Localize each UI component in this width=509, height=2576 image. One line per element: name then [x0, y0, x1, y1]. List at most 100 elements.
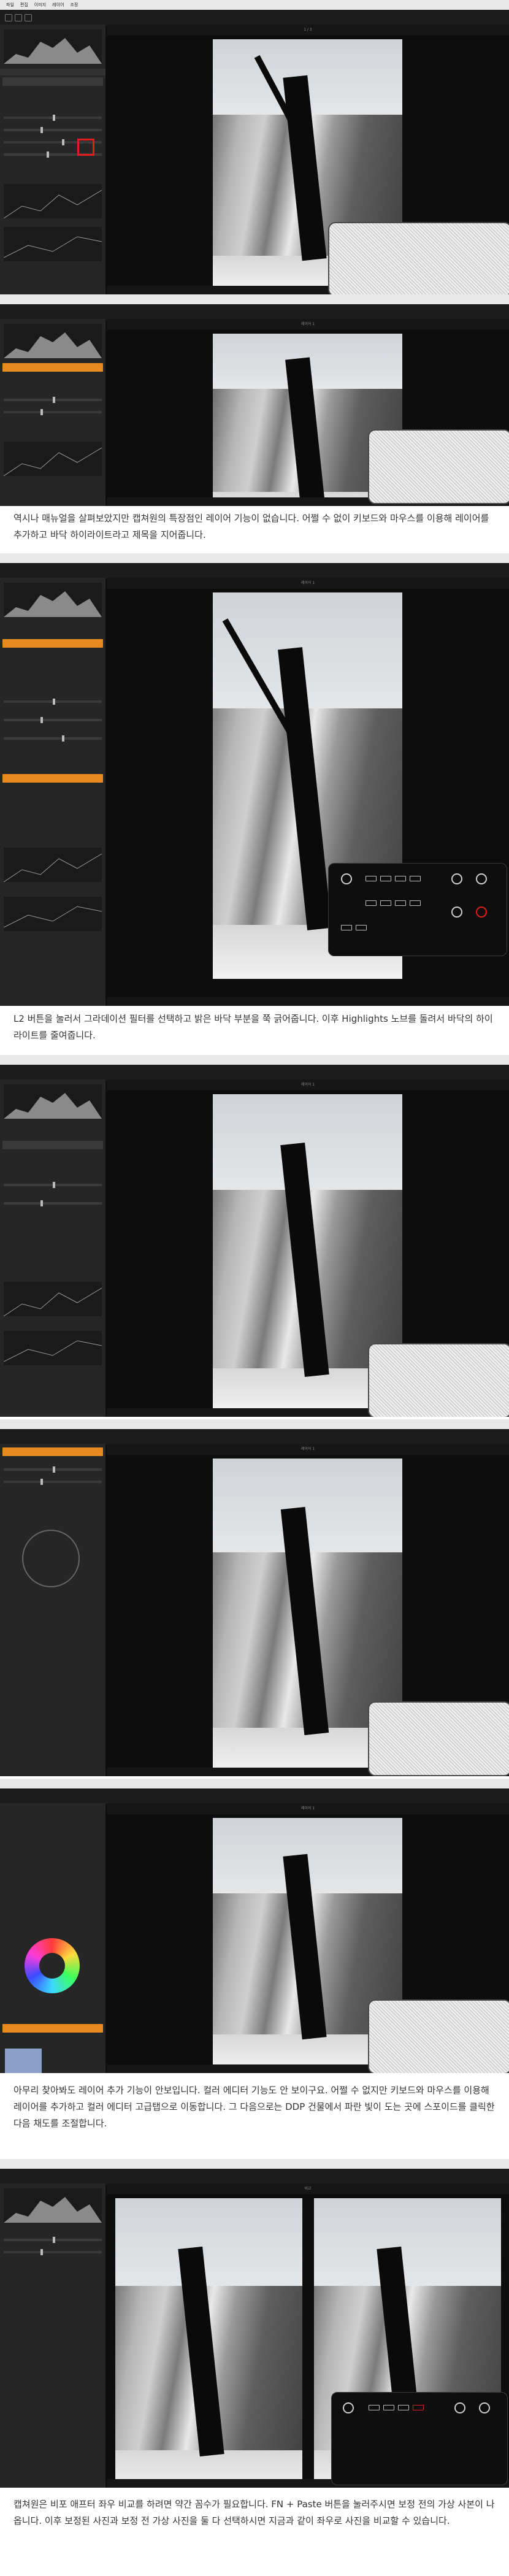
viewer-tab[interactable]: 레이어 1 [107, 1444, 509, 1455]
controller-diagram-dark [331, 2392, 508, 2485]
curve-panel [3, 184, 102, 219]
slider[interactable] [4, 2237, 102, 2243]
color-swatch [5, 2049, 42, 2073]
caption: 역시나 매뉴얼을 살펴보았지만 캡쳐원의 특장점인 레이어 기능이 없습니다. … [13, 513, 489, 540]
curve-graph [3, 1287, 102, 1317]
layer-row-active[interactable] [2, 774, 103, 783]
viewer-tab[interactable]: 레이어 1 [107, 1079, 509, 1091]
toolbar [0, 1788, 509, 1804]
key-icon [369, 2405, 380, 2410]
curve-panel [3, 848, 102, 883]
screenshot-6: 레이어 1 [0, 1779, 509, 2073]
knob-icon [454, 2402, 465, 2413]
tool-icon[interactable] [25, 14, 32, 21]
slider[interactable] [4, 397, 102, 403]
toolbar [0, 1065, 509, 1080]
key-icon [380, 876, 391, 881]
curve-panel [3, 897, 102, 931]
menu-bar [0, 1779, 509, 1788]
slider[interactable] [4, 699, 102, 705]
viewer-tab[interactable]: 레이어 1 [107, 319, 509, 330]
screenshot-7: 비교 [0, 2159, 509, 2488]
sky [115, 2198, 302, 2287]
controller-diagram [368, 1343, 509, 1417]
knob-icon [476, 907, 487, 918]
photo-before [115, 2198, 302, 2488]
toolbar [0, 563, 509, 578]
histogram-curve [4, 1093, 102, 1119]
key-icon [383, 2405, 394, 2410]
slider[interactable] [4, 717, 102, 723]
slider[interactable] [4, 1479, 102, 1485]
color-wheel-center [39, 1953, 65, 1979]
viewer-tab[interactable]: 비교 [107, 2183, 509, 2195]
key-icon [380, 900, 391, 906]
viewer-tab[interactable]: 1 / 3 [107, 25, 509, 36]
tool-panel [0, 25, 106, 294]
slider[interactable] [4, 115, 102, 121]
slider[interactable] [4, 1200, 102, 1206]
histogram [4, 2188, 102, 2223]
layer-header [0, 69, 105, 75]
caption: 캡쳐원은 비포 애프터 좌우 비교를 하려면 약간 꼼수가 필요합니다. FN … [13, 2499, 495, 2526]
tool-panel [0, 319, 106, 506]
key-icon [395, 876, 406, 881]
add-layer-highlight [77, 139, 94, 156]
key-icon [365, 876, 377, 881]
key-icon [356, 925, 367, 930]
knob-icon [341, 873, 352, 884]
curve-graph [3, 447, 102, 477]
tool-icon[interactable] [15, 14, 22, 21]
slider[interactable] [4, 127, 102, 133]
menu-item[interactable]: 레이어 [52, 2, 64, 7]
curve-graph [3, 853, 102, 883]
layer-row-active[interactable] [2, 363, 103, 372]
caption: L2 버튼을 눌러서 그라데이션 필터를 선택하고 밝은 바닥 부분을 쭉 긁어… [13, 1013, 493, 1041]
histogram [4, 29, 102, 64]
curve-graph [3, 906, 102, 928]
viewer-tab[interactable]: 레이어 1 [107, 578, 509, 589]
menu-bar [0, 2159, 509, 2169]
menu-bar [0, 294, 509, 304]
layer-row-active[interactable] [2, 639, 103, 648]
slider[interactable] [4, 2249, 102, 2255]
histogram [4, 324, 102, 358]
screenshot-4: 레이어 1 [0, 1055, 509, 1417]
knob-icon [476, 873, 487, 884]
status-bar [107, 997, 509, 1006]
tool-panel [0, 578, 106, 1006]
controller-diagram [368, 1701, 509, 1776]
screenshot-5: 레이어 1 [0, 1419, 509, 1776]
curve-graph [3, 236, 102, 258]
histogram-curve [4, 38, 102, 64]
tool-icon[interactable] [5, 14, 12, 21]
knob-icon [451, 907, 462, 918]
key-icon [398, 2405, 409, 2410]
slider[interactable] [4, 409, 102, 415]
slider[interactable] [4, 1182, 102, 1188]
histogram-curve [4, 332, 102, 358]
curve-panel [3, 442, 102, 477]
tool-panel [0, 1803, 106, 2073]
slider[interactable] [4, 1466, 102, 1473]
layer-row[interactable] [2, 77, 103, 86]
screenshot-1: 파일 편집 이미지 레이어 조정 1 / 3 [0, 0, 509, 294]
viewer-tab[interactable]: 레이어 1 [107, 1803, 509, 1814]
slider[interactable] [4, 735, 102, 742]
layer-row[interactable] [2, 1141, 103, 1149]
layer-row-active[interactable] [2, 2024, 103, 2033]
curve-graph [3, 190, 102, 219]
key-icon [395, 900, 406, 906]
histogram-curve [4, 2197, 102, 2223]
layer-row-active[interactable] [2, 1447, 103, 1456]
color-wheel[interactable] [22, 1530, 80, 1587]
toolbar [0, 2169, 509, 2184]
toolbar [0, 1429, 509, 1444]
menu-bar [0, 1055, 509, 1065]
controller-diagram-dark [328, 863, 507, 956]
menu-item[interactable]: 이미지 [34, 2, 46, 7]
menu-item[interactable]: 조정 [70, 2, 78, 7]
menu-item[interactable]: 편집 [20, 2, 28, 7]
menu-item[interactable]: 파일 [6, 2, 14, 7]
key-icon [341, 925, 352, 930]
